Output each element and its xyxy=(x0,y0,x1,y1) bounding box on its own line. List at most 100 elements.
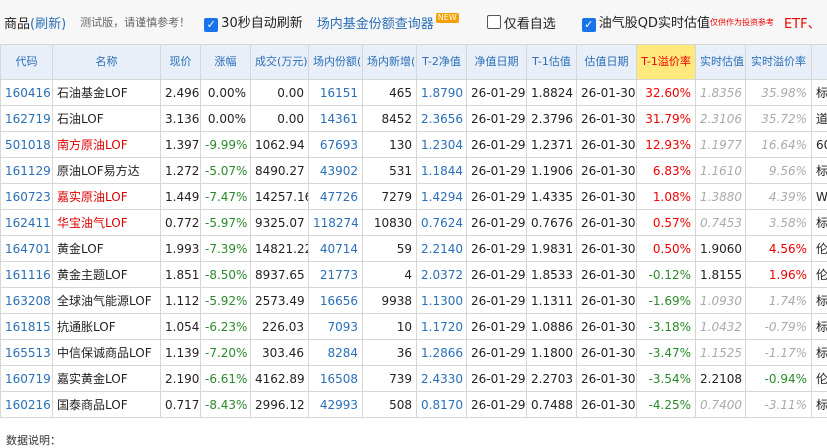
column-header[interactable]: 涨幅 xyxy=(201,45,251,80)
table-row[interactable]: 165513中信保诚商品LOF1.139-7.20%303.468284361.… xyxy=(1,340,827,366)
column-header[interactable]: T-1估值 xyxy=(527,45,577,80)
cell-price: 3.136 xyxy=(161,106,201,132)
cell-nav: 0.8170 xyxy=(417,392,467,418)
cell-chg: 0.00% xyxy=(201,80,251,106)
column-header[interactable]: 实时估值 xyxy=(696,45,746,80)
cell-share: 118274 xyxy=(309,210,363,236)
cell-code[interactable]: 501018 xyxy=(1,132,53,158)
cell-code[interactable]: 160719 xyxy=(1,366,53,392)
cell-estdate: 26-01-30 xyxy=(577,158,637,184)
table-row[interactable]: 161116黄金主题LOF1.851-8.50%8937.652177342.0… xyxy=(1,262,827,288)
column-header[interactable]: T-1溢价率 xyxy=(637,45,696,80)
column-header[interactable]: 代码 xyxy=(1,45,53,80)
cell-name[interactable]: 黄金LOF xyxy=(53,236,161,262)
cell-share: 47726 xyxy=(309,184,363,210)
watch-only-checkbox[interactable]: 仅看自选 xyxy=(487,13,556,32)
cell-code[interactable]: 161815 xyxy=(1,314,53,340)
cell-name[interactable]: 嘉实原油LOF xyxy=(53,184,161,210)
table-row[interactable]: 160416石油基金LOF2.4960.00%0.00161514651.879… xyxy=(1,80,827,106)
cell-chg: -5.92% xyxy=(201,288,251,314)
column-header[interactable]: 现价 xyxy=(161,45,201,80)
cell-est: 2.2703 xyxy=(527,366,577,392)
column-header[interactable]: 场内份额(万份) xyxy=(309,45,363,80)
column-header[interactable]: 估值日期 xyxy=(577,45,637,80)
etf-link[interactable]: ETF、 xyxy=(784,13,821,32)
cell-code[interactable]: 160416 xyxy=(1,80,53,106)
cell-name[interactable]: 嘉实黄金LOF xyxy=(53,366,161,392)
cell-code[interactable]: 160216 xyxy=(1,392,53,418)
cell-estdate: 26-01-30 xyxy=(577,314,637,340)
cell-code[interactable]: 165513 xyxy=(1,340,53,366)
cell-prem: -3.18% xyxy=(637,314,696,340)
cell-nav: 2.4330 xyxy=(417,366,467,392)
column-header[interactable]: 净值日期 xyxy=(467,45,527,80)
fund-table: 代码名称现价涨幅成交(万元)场内份额(万份)场内新增(万份)T-2净值净值日期T… xyxy=(0,44,827,418)
cell-name[interactable]: 华宝油气LOF xyxy=(53,210,161,236)
cell-estdate: 26-01-30 xyxy=(577,184,637,210)
cell-code[interactable]: 164701 xyxy=(1,236,53,262)
cell-rtprem: 3.58% xyxy=(746,210,812,236)
cell-rtprem: 35.98% xyxy=(746,80,812,106)
table-row[interactable]: 160216国泰商品LOF0.717-8.43%2996.12429935080… xyxy=(1,392,827,418)
table-row[interactable]: 162411华宝油气LOF0.772-5.97%9325.07118274108… xyxy=(1,210,827,236)
checkbox-checked-icon: ✓ xyxy=(204,18,218,32)
cell-nav: 1.1720 xyxy=(417,314,467,340)
auto-refresh-checkbox[interactable]: ✓30秒自动刷新 xyxy=(204,12,303,32)
cell-prem: 1.08% xyxy=(637,184,696,210)
cell-est: 2.3796 xyxy=(527,106,577,132)
share-query-link[interactable]: 场内基金份额查询器NEW xyxy=(317,13,459,32)
cell-name[interactable]: 南方原油LOF xyxy=(53,132,161,158)
cell-nav: 2.3656 xyxy=(417,106,467,132)
table-row[interactable]: 160723嘉实原油LOF1.449-7.47%14257.1647726727… xyxy=(1,184,827,210)
cell-name[interactable]: 黄金主题LOF xyxy=(53,262,161,288)
column-header[interactable]: 场内新增(万份) xyxy=(363,45,417,80)
share-query-label: 场内基金份额查询器 xyxy=(317,17,434,32)
cell-name[interactable]: 石油LOF xyxy=(53,106,161,132)
column-header[interactable]: 名称 xyxy=(53,45,161,80)
cell-estdate: 26-01-30 xyxy=(577,262,637,288)
column-header[interactable]: 成交(万元) xyxy=(251,45,309,80)
cell-code[interactable]: 163208 xyxy=(1,288,53,314)
column-header[interactable]: 实时溢价率 xyxy=(746,45,812,80)
table-row[interactable]: 161129原油LOF易方达1.272-5.07%8490.2743902531… xyxy=(1,158,827,184)
cell-navdate: 26-01-29 xyxy=(467,158,527,184)
cell-rtprem: 4.56% xyxy=(746,236,812,262)
table-row[interactable]: 162719石油LOF3.1360.00%0.001436184522.3656… xyxy=(1,106,827,132)
cell-add: 508 xyxy=(363,392,417,418)
cell-name[interactable]: 国泰商品LOF xyxy=(53,392,161,418)
cell-code[interactable]: 161116 xyxy=(1,262,53,288)
cell-prem: -3.47% xyxy=(637,340,696,366)
cell-chg: -7.47% xyxy=(201,184,251,210)
cell-name[interactable]: 原油LOF易方达 xyxy=(53,158,161,184)
cell-name[interactable]: 全球油气能源LOF xyxy=(53,288,161,314)
cell-rtprem: 35.72% xyxy=(746,106,812,132)
cell-prem: -1.69% xyxy=(637,288,696,314)
cell-rtprem: -0.94% xyxy=(746,366,812,392)
refresh-link[interactable]: (刷新) xyxy=(30,13,66,32)
cell-navdate: 26-01-29 xyxy=(467,236,527,262)
table-row[interactable]: 160719嘉实黄金LOF2.190-6.61%4162.89165087392… xyxy=(1,366,827,392)
table-body: 160416石油基金LOF2.4960.00%0.00161514651.879… xyxy=(1,80,827,418)
cell-name[interactable]: 抗通胀LOF xyxy=(53,314,161,340)
column-header[interactable]: T-2净值 xyxy=(417,45,467,80)
table-row[interactable]: 501018南方原油LOF1.397-9.99%1062.94676931301… xyxy=(1,132,827,158)
oil-qd-checkbox[interactable]: ✓油气股QD实时估值 xyxy=(582,12,710,32)
table-row[interactable]: 163208全球油气能源LOF1.112-5.92%2573.491665699… xyxy=(1,288,827,314)
cell-code[interactable]: 162719 xyxy=(1,106,53,132)
cell-estdate: 26-01-30 xyxy=(577,340,637,366)
cell-prem: -0.12% xyxy=(637,262,696,288)
cell-add: 9938 xyxy=(363,288,417,314)
cell-est: 1.0886 xyxy=(527,314,577,340)
table-row[interactable]: 161815抗通胀LOF1.054-6.23%226.037093101.172… xyxy=(1,314,827,340)
cell-tail: 标普 xyxy=(812,288,827,314)
cell-name[interactable]: 中信保诚商品LOF xyxy=(53,340,161,366)
checkbox-empty-icon xyxy=(487,15,501,29)
column-header[interactable] xyxy=(812,45,827,80)
cell-code[interactable]: 162411 xyxy=(1,210,53,236)
cell-vol: 0.00 xyxy=(251,106,309,132)
cell-prem: -4.25% xyxy=(637,392,696,418)
cell-code[interactable]: 161129 xyxy=(1,158,53,184)
cell-name[interactable]: 石油基金LOF xyxy=(53,80,161,106)
table-row[interactable]: 164701黄金LOF1.993-7.39%14821.2240714592.2… xyxy=(1,236,827,262)
cell-code[interactable]: 160723 xyxy=(1,184,53,210)
